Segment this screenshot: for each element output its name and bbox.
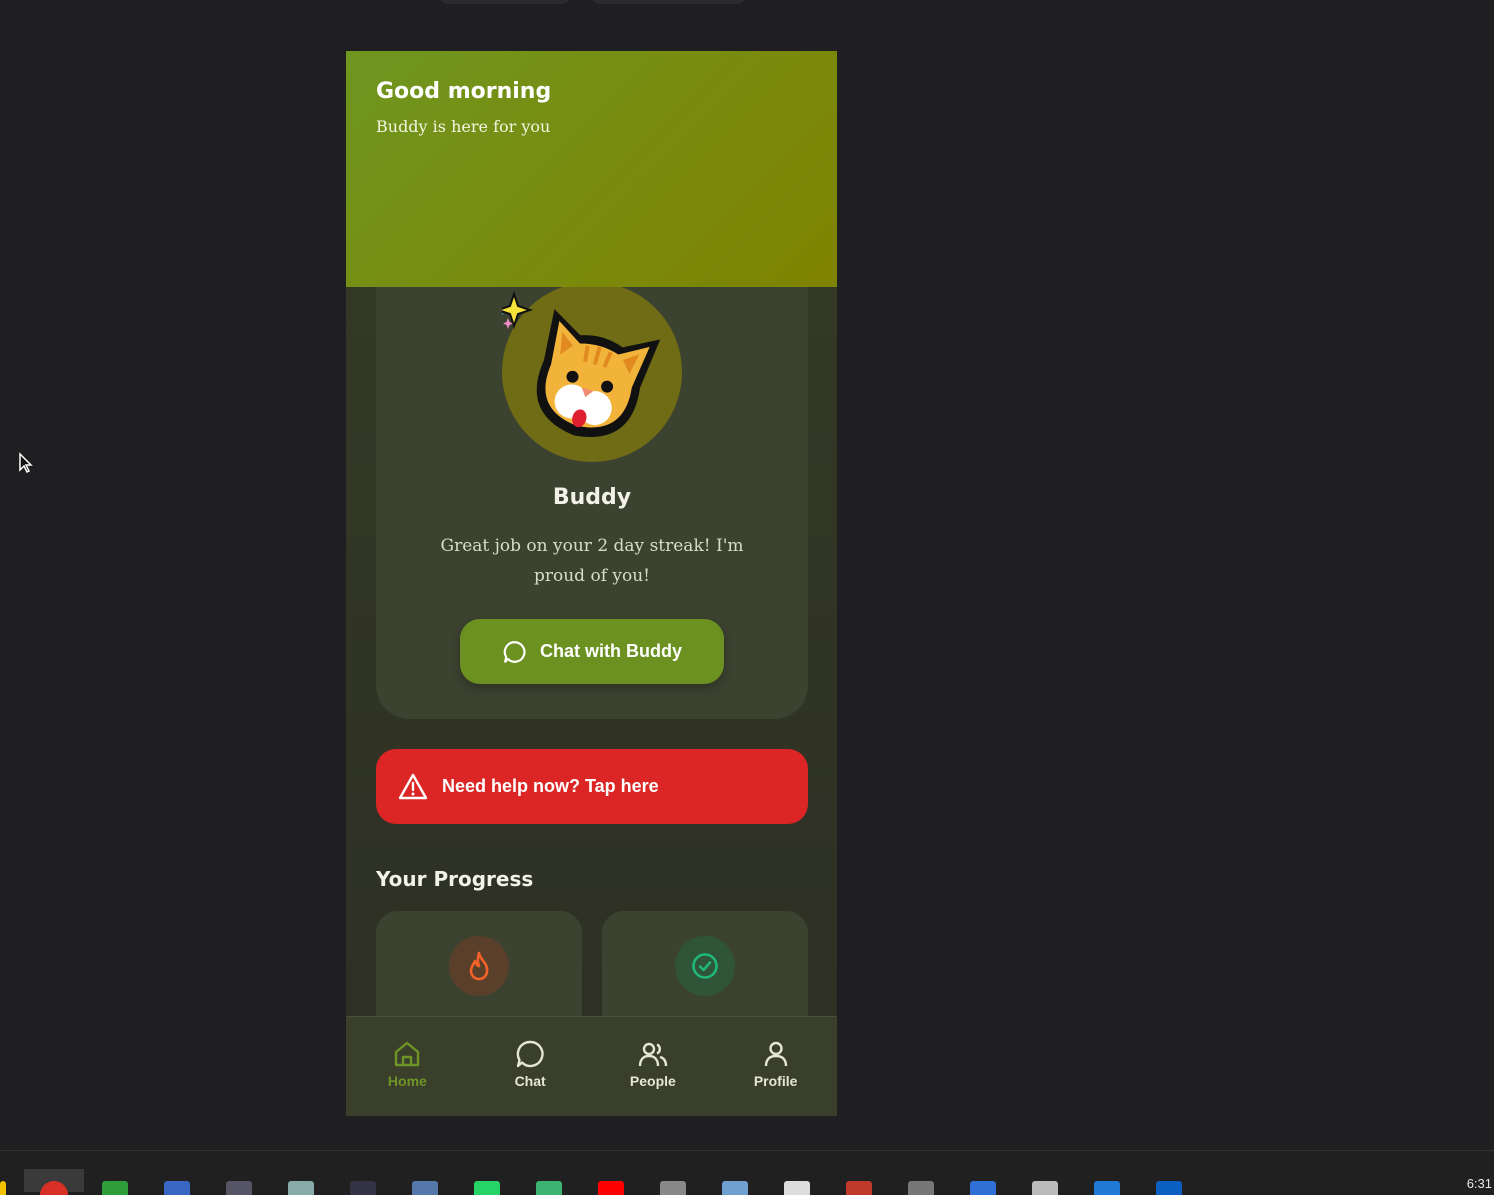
greeting-header: Good morning Buddy is here for you [346, 51, 837, 287]
buddy-name: Buddy [552, 485, 632, 510]
chat-bubble-icon [503, 640, 526, 663]
cat-face-icon [488, 290, 661, 437]
buddy-message: Great job on your 2 day streak! I'm prou… [440, 536, 744, 586]
nav-people-label: People [629, 1073, 676, 1089]
nav-chat-label: Chat [514, 1073, 546, 1089]
people-icon [638, 1042, 668, 1067]
greeting-title: Good morning [376, 79, 552, 104]
taskbar-app-icon[interactable] [164, 1181, 190, 1195]
taskbar-app-icon[interactable] [908, 1181, 934, 1195]
taskbar-app-icon[interactable] [226, 1181, 252, 1195]
progress-title: Your Progress [376, 867, 534, 891]
streak-icon-circle [449, 936, 509, 996]
taskbar-app-icon[interactable] [474, 1181, 500, 1195]
chat-with-buddy-button[interactable]: Chat with Buddy [460, 619, 724, 684]
app-screen: Buddy Great job on your 2 day streak! I'… [346, 51, 837, 1116]
nav-home[interactable]: Home [346, 1017, 469, 1116]
flame-icon [469, 951, 489, 981]
taskbar-app-icon[interactable] [1094, 1181, 1120, 1195]
taskbar-app-icon[interactable] [846, 1181, 872, 1195]
profile-icon [764, 1041, 787, 1067]
chat-with-buddy-label: Chat with Buddy [540, 641, 682, 661]
taskbar-app-icon[interactable] [288, 1181, 314, 1195]
taskbar-app-icon[interactable] [598, 1181, 624, 1195]
taskbar-app-icon[interactable] [102, 1181, 128, 1195]
mouse-cursor-icon [19, 452, 33, 474]
bottom-nav: Home Chat People Profile [346, 1016, 837, 1116]
taskbar-active-app[interactable] [24, 1169, 84, 1195]
chrome-icon [40, 1181, 68, 1195]
buddy-card: Buddy Great job on your 2 day streak! I'… [376, 231, 808, 719]
taskbar-app-icon[interactable] [0, 1181, 6, 1195]
completed-icon-circle [675, 936, 735, 996]
nav-profile-label: Profile [753, 1073, 798, 1089]
browser-tab[interactable] [440, 0, 570, 4]
browser-tab[interactable] [592, 0, 745, 4]
nav-chat[interactable]: Chat [469, 1017, 592, 1116]
warning-icon [398, 773, 428, 799]
home-icon [395, 1041, 420, 1067]
chat-icon [516, 1040, 544, 1068]
taskbar-app-icon[interactable] [1156, 1181, 1182, 1195]
taskbar-app-icon[interactable] [536, 1181, 562, 1195]
taskbar-app-icon[interactable] [784, 1181, 810, 1195]
need-help-button[interactable]: Need help now? Tap here [376, 749, 808, 824]
taskbar-app-icon[interactable] [970, 1181, 996, 1195]
taskbar-app-icon[interactable] [350, 1181, 376, 1195]
nav-home-label: Home [387, 1073, 427, 1089]
need-help-label: Need help now? Tap here [442, 776, 659, 796]
taskbar-app-icon[interactable] [722, 1181, 748, 1195]
taskbar-app-icon[interactable] [412, 1181, 438, 1195]
buddy-avatar [488, 282, 682, 462]
taskbar-app-icon[interactable] [660, 1181, 686, 1195]
taskbar-clock[interactable]: 6:31 [1467, 1176, 1492, 1191]
taskbar-app-icon[interactable] [1032, 1181, 1058, 1195]
nav-people[interactable]: People [592, 1017, 715, 1116]
greeting-subtitle: Buddy is here for you [376, 117, 551, 136]
nav-profile[interactable]: Profile [714, 1017, 837, 1116]
check-circle-icon [692, 953, 718, 979]
os-taskbar: 6:31 [0, 1150, 1494, 1195]
